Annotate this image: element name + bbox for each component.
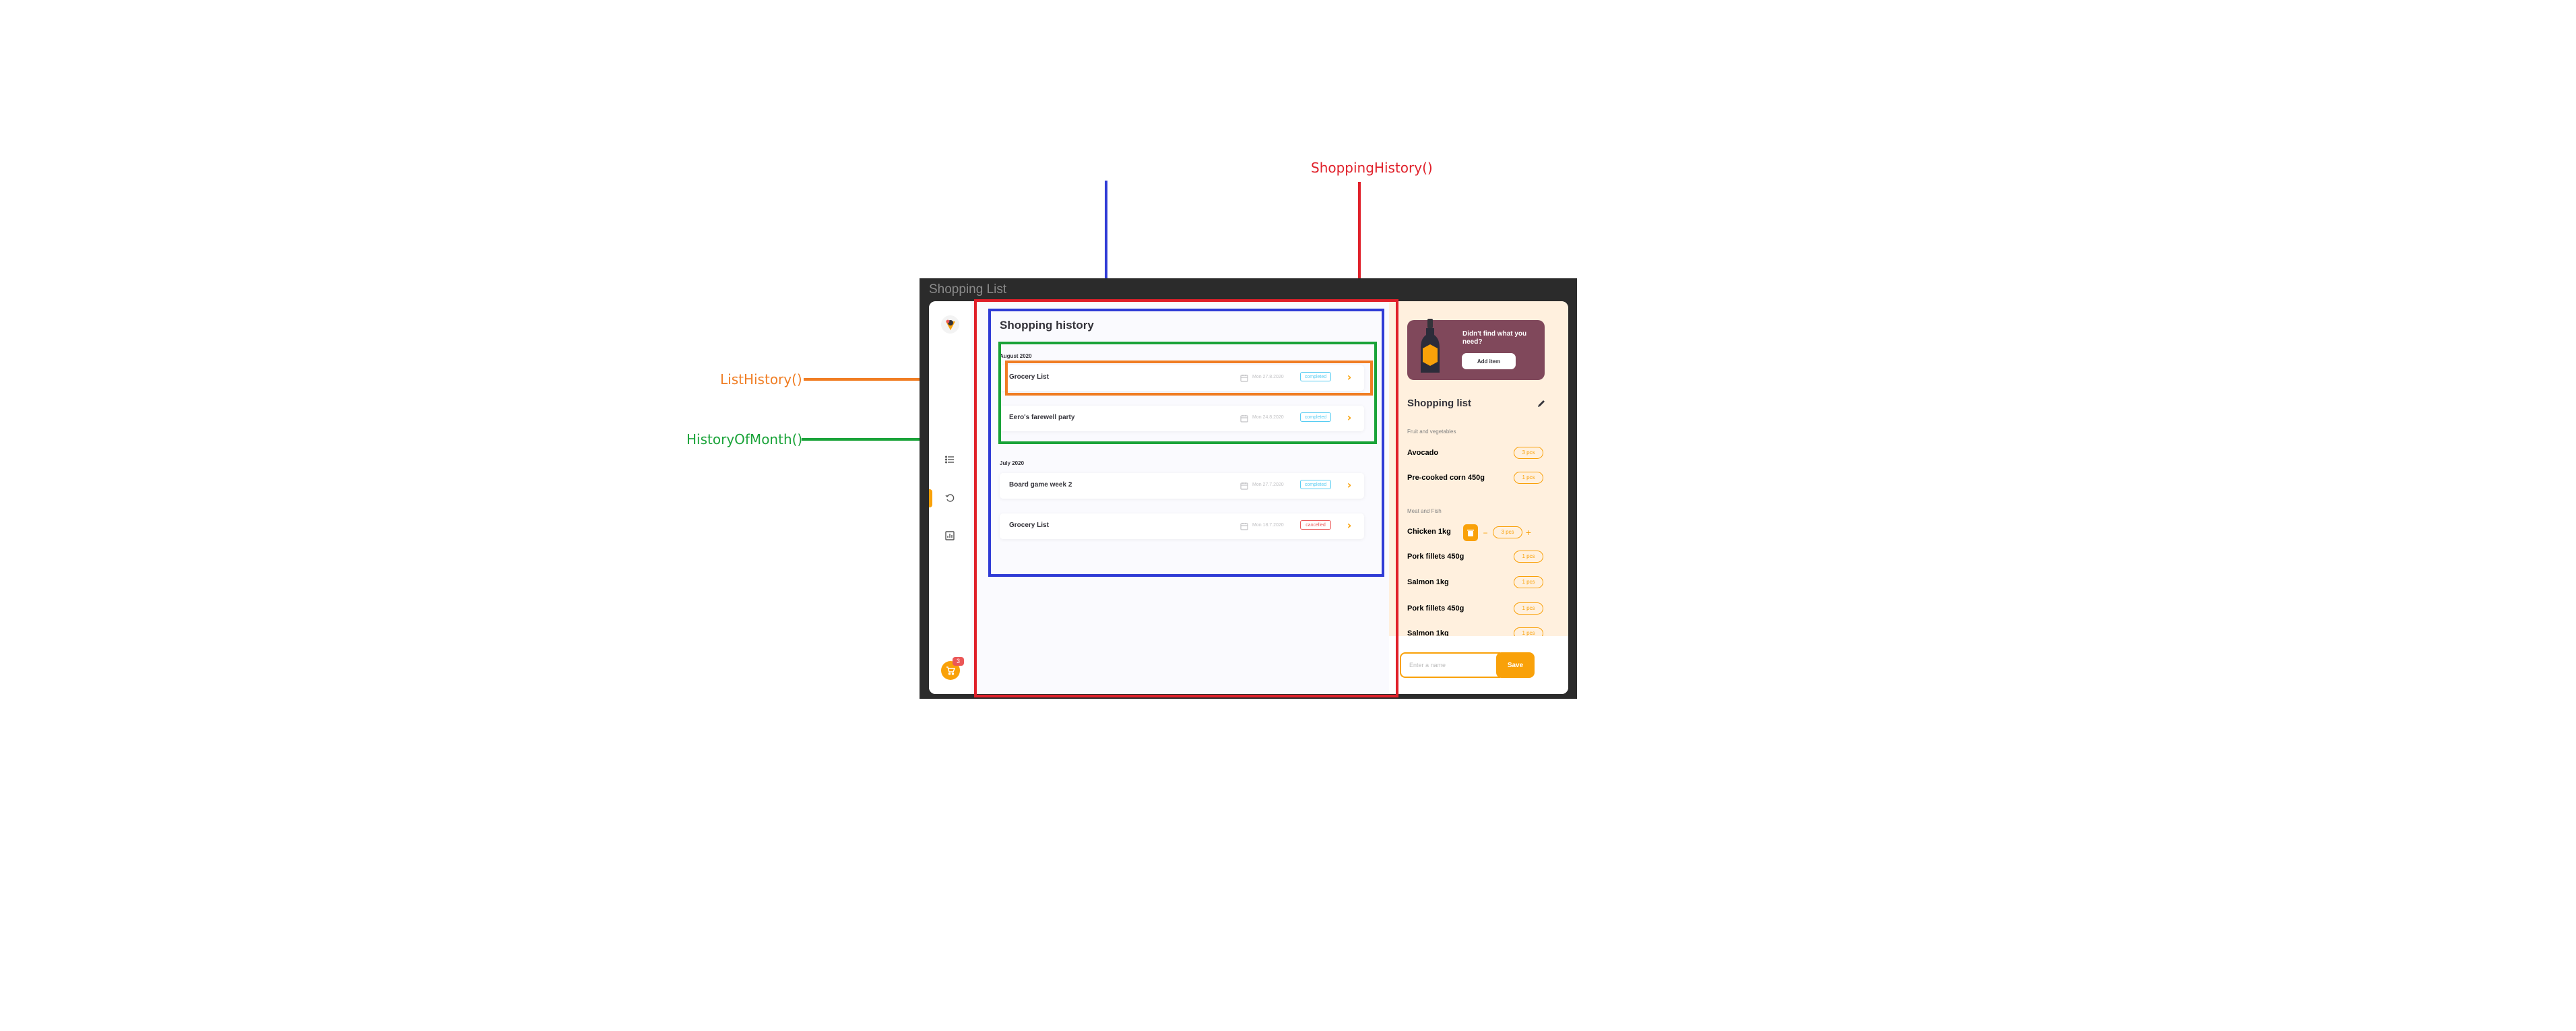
item-name[interactable]: Salmon 1kg: [1407, 578, 1449, 586]
trash-icon: [1467, 529, 1474, 536]
decrease-quantity-button[interactable]: −: [1481, 528, 1489, 538]
history-of-month-annotation: HistoryOfMonth(): [686, 431, 803, 447]
item-quantity[interactable]: 1 pcs: [1514, 576, 1543, 588]
item-name[interactable]: Pre-cooked corn 450g: [1407, 474, 1485, 482]
save-button[interactable]: Save: [1496, 652, 1535, 678]
item-name[interactable]: Chicken 1kg: [1407, 528, 1451, 536]
add-item-button[interactable]: Add item: [1462, 353, 1516, 369]
quantity-editor: − 3 pcs +: [1463, 524, 1544, 541]
list-icon[interactable]: [944, 454, 956, 466]
increase-quantity-button[interactable]: +: [1524, 527, 1533, 538]
item-quantity[interactable]: 3 pcs: [1493, 526, 1522, 538]
category-label: Meat and Fish: [1407, 508, 1442, 514]
nav-active-indicator: [929, 489, 932, 507]
category-label: Fruit and vegetables: [1407, 429, 1456, 435]
cart-count-badge: 3: [953, 657, 964, 666]
add-item-promo: Didn't find what you need? Add item: [1407, 319, 1545, 380]
item-name[interactable]: Pork fillets 450g: [1407, 553, 1464, 561]
list-history-annotation: ListHistory(): [720, 371, 802, 387]
sidebar: 3: [929, 301, 971, 694]
cart-button[interactable]: 3: [941, 657, 964, 680]
item-quantity[interactable]: 1 pcs: [1514, 551, 1543, 563]
cart-icon: [946, 666, 955, 675]
edit-icon[interactable]: [1536, 398, 1547, 409]
window-title: Shopping List: [929, 282, 1007, 296]
delete-item-button[interactable]: [1463, 524, 1478, 541]
item-name[interactable]: Avocado: [1407, 449, 1438, 457]
shopping-history-annotation: ShoppingHistory(): [1311, 160, 1433, 176]
item-quantity[interactable]: 1 pcs: [1514, 472, 1543, 484]
logo-icon[interactable]: [941, 315, 959, 334]
add-item-bar: Save: [1389, 636, 1568, 694]
shopping-list-title: Shopping list: [1407, 398, 1471, 409]
item-name-input[interactable]: [1400, 652, 1500, 678]
shopping-list-panel: Didn't find what you need? Add item Shop…: [1389, 301, 1568, 694]
statistics-icon[interactable]: [944, 530, 956, 542]
item-quantity[interactable]: 3 pcs: [1514, 447, 1543, 459]
item-quantity[interactable]: 1 pcs: [1514, 602, 1543, 615]
history-icon[interactable]: [944, 492, 956, 504]
item-name[interactable]: Pork fillets 450g: [1407, 604, 1464, 613]
list-history-highlight: [1005, 361, 1373, 396]
promo-text: Didn't find what you need?: [1462, 330, 1527, 346]
bottle-icon: [1421, 319, 1440, 373]
